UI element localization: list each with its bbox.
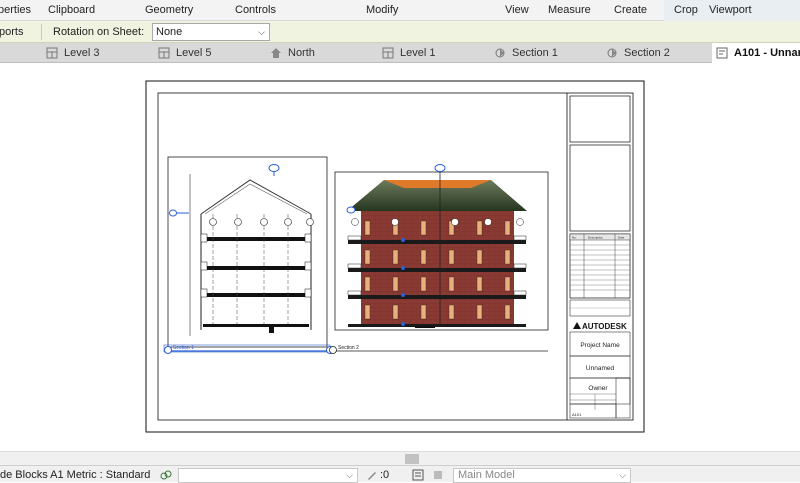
section-2-viewport-title: Section 2 xyxy=(338,345,359,351)
rev-header-no: No. xyxy=(572,236,577,240)
options-bar: ports Rotation on Sheet: None ⌵ xyxy=(0,21,800,43)
tab-label: Level 5 xyxy=(176,47,212,59)
tab-label: A101 - Unnar xyxy=(734,47,800,59)
floor-plan-icon xyxy=(46,47,58,59)
chevron-down-icon: ⌵ xyxy=(258,27,265,37)
chevron-down-icon: ⌵ xyxy=(619,470,626,480)
design-option-combo[interactable]: Main Model ⌵ xyxy=(453,468,631,483)
viewports-label: ports xyxy=(0,26,24,38)
tab-label: Section 2 xyxy=(624,47,670,59)
rotation-select-value: None xyxy=(156,26,183,38)
tab-label: Section 1 xyxy=(512,47,558,59)
section-1-viewport-title: Section 1 xyxy=(173,345,194,351)
ribbon-group-modify[interactable]: Modify xyxy=(366,4,398,16)
design-options-icon[interactable] xyxy=(412,469,424,481)
view-tab-bar: Level 3 Level 5 North Level 1 Section 1 … xyxy=(0,43,800,63)
chevron-down-icon: ⌵ xyxy=(346,470,353,480)
selection-count: :0 xyxy=(380,469,390,481)
tab-level-5[interactable]: Level 5 xyxy=(158,43,211,63)
design-option-value: Main Model xyxy=(458,469,515,481)
tab-label: Level 3 xyxy=(64,47,100,59)
section-icon xyxy=(607,48,617,58)
ribbon-panel-bar: perties Clipboard Geometry Controls Modi… xyxy=(0,0,800,21)
sheet-number: A101 xyxy=(572,412,582,417)
floor-plan-icon xyxy=(382,47,394,59)
ribbon-group-geometry[interactable]: Geometry xyxy=(145,4,193,16)
project-name: Project Name xyxy=(580,342,620,349)
scrollbar-thumb[interactable] xyxy=(405,454,419,464)
ribbon-group-crop[interactable]: Crop xyxy=(674,4,698,16)
owner-label: Owner xyxy=(588,385,608,392)
sheet-drawing[interactable]: Section 1 Section 2 No. Description Date… xyxy=(0,63,800,451)
tab-section-2[interactable]: Section 2 xyxy=(606,43,670,63)
ribbon-group-viewport[interactable]: Viewport xyxy=(709,4,752,16)
drawing-canvas[interactable]: Section 1 Section 2 No. Description Date… xyxy=(0,63,800,451)
options-separator xyxy=(41,24,42,40)
horizontal-scrollbar[interactable] xyxy=(0,451,800,465)
ribbon-group-clipboard[interactable]: Clipboard xyxy=(48,4,95,16)
ribbon-group-measure[interactable]: Measure xyxy=(548,4,591,16)
rotation-select[interactable]: None ⌵ xyxy=(152,23,270,41)
section-icon xyxy=(495,48,505,58)
autodesk-logo: AUTODESK xyxy=(582,322,627,331)
tab-label: Level 1 xyxy=(400,47,436,59)
sheet-name: Unnamed xyxy=(586,365,615,372)
rev-header-description: Description xyxy=(588,236,603,240)
rotation-label: Rotation on Sheet: xyxy=(53,26,145,38)
option-set-icon[interactable] xyxy=(432,469,444,481)
tab-level-3[interactable]: Level 3 xyxy=(46,43,99,63)
status-text: de Blocks A1 Metric : Standard xyxy=(0,469,151,481)
ribbon-group-properties[interactable]: perties xyxy=(0,4,31,16)
ribbon-group-controls[interactable]: Controls xyxy=(235,4,276,16)
sheet-icon xyxy=(716,47,728,59)
status-bar: de Blocks A1 Metric : Standard ⌵ :0 Main… xyxy=(0,465,800,483)
tab-sheet-a101[interactable]: A101 - Unnar xyxy=(712,43,800,63)
worksets-icon[interactable] xyxy=(160,469,172,481)
tab-section-1[interactable]: Section 1 xyxy=(494,43,558,63)
tab-level-1[interactable]: Level 1 xyxy=(382,43,435,63)
ribbon-group-create[interactable]: Create xyxy=(614,4,647,16)
rev-header-date: Date xyxy=(618,236,625,240)
ribbon-group-view[interactable]: View xyxy=(505,4,529,16)
elevation-icon xyxy=(271,48,281,58)
editable-only-icon[interactable] xyxy=(366,469,378,481)
tab-label: North xyxy=(288,47,315,59)
tab-north[interactable]: North xyxy=(270,43,315,63)
workset-combo[interactable]: ⌵ xyxy=(178,468,358,483)
floor-plan-icon xyxy=(158,47,170,59)
